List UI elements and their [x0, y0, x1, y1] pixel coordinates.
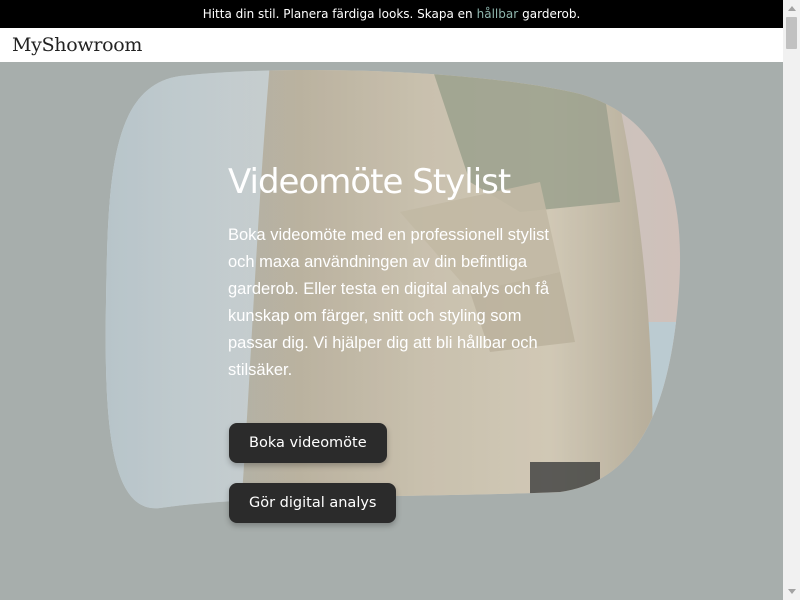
scrollbar[interactable]: [783, 0, 800, 600]
announcement-text-end: garderob.: [522, 7, 581, 21]
announcement-bar: Hitta din stil. Planera färdiga looks. S…: [0, 0, 783, 28]
announcement-text: Hitta din stil. Planera färdiga looks. S…: [202, 7, 473, 21]
hero-title: Videomöte Stylist: [228, 162, 511, 202]
hero-section: Videomöte Stylist Boka videomöte med en …: [0, 62, 783, 600]
announcement-highlight: hållbar: [476, 7, 519, 21]
scroll-down-arrow-icon[interactable]: [783, 583, 800, 600]
hero-description: Boka videomöte med en professionell styl…: [228, 226, 550, 379]
page: Hitta din stil. Planera färdiga looks. S…: [0, 0, 783, 600]
site-logo[interactable]: MyShowroom: [12, 34, 142, 56]
scrollbar-thumb[interactable]: [786, 17, 797, 49]
book-video-meeting-button[interactable]: Boka videomöte: [229, 423, 387, 463]
digital-analysis-button[interactable]: Gör digital analys: [229, 483, 397, 523]
site-header: MyShowroom: [0, 28, 783, 62]
scroll-up-arrow-icon[interactable]: [783, 0, 800, 17]
